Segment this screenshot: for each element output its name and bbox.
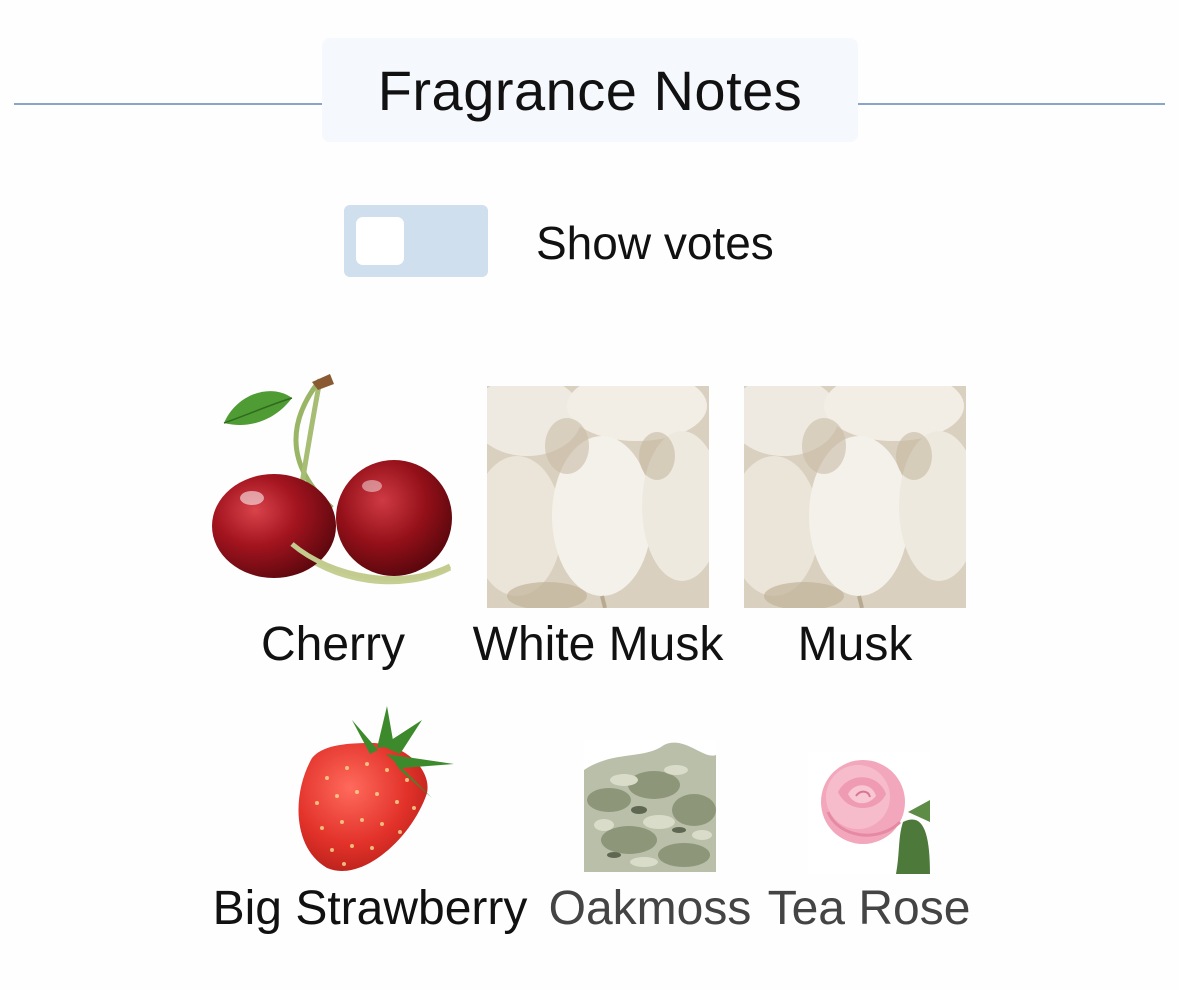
header-rule-left: [14, 103, 322, 105]
note-label-tea-rose: Tea Rose: [767, 882, 971, 935]
note-label-white-musk: White Musk: [472, 618, 724, 671]
page-title: Fragrance Notes: [377, 58, 803, 122]
note-label-big-strawberry: Big Strawberry: [212, 882, 528, 935]
title-pill: Fragrance Notes: [322, 38, 858, 142]
tea-rose-icon: [808, 752, 930, 874]
strawberry-icon: [282, 698, 458, 874]
white-musk-icon: [487, 386, 709, 608]
show-votes-label[interactable]: Show votes: [536, 216, 774, 270]
fragrance-notes-panel: Fragrance Notes Show votes Cherry White …: [0, 0, 1179, 990]
musk-icon: [744, 386, 966, 608]
toggle-knob: [356, 217, 404, 265]
cherry-icon: [212, 368, 454, 608]
note-label-musk: Musk: [797, 618, 913, 671]
show-votes-toggle[interactable]: [344, 205, 488, 277]
note-label-cherry: Cherry: [260, 618, 406, 671]
note-label-oakmoss: Oakmoss: [548, 882, 752, 935]
oakmoss-icon: [584, 740, 716, 872]
header-rule-right: [858, 103, 1165, 105]
